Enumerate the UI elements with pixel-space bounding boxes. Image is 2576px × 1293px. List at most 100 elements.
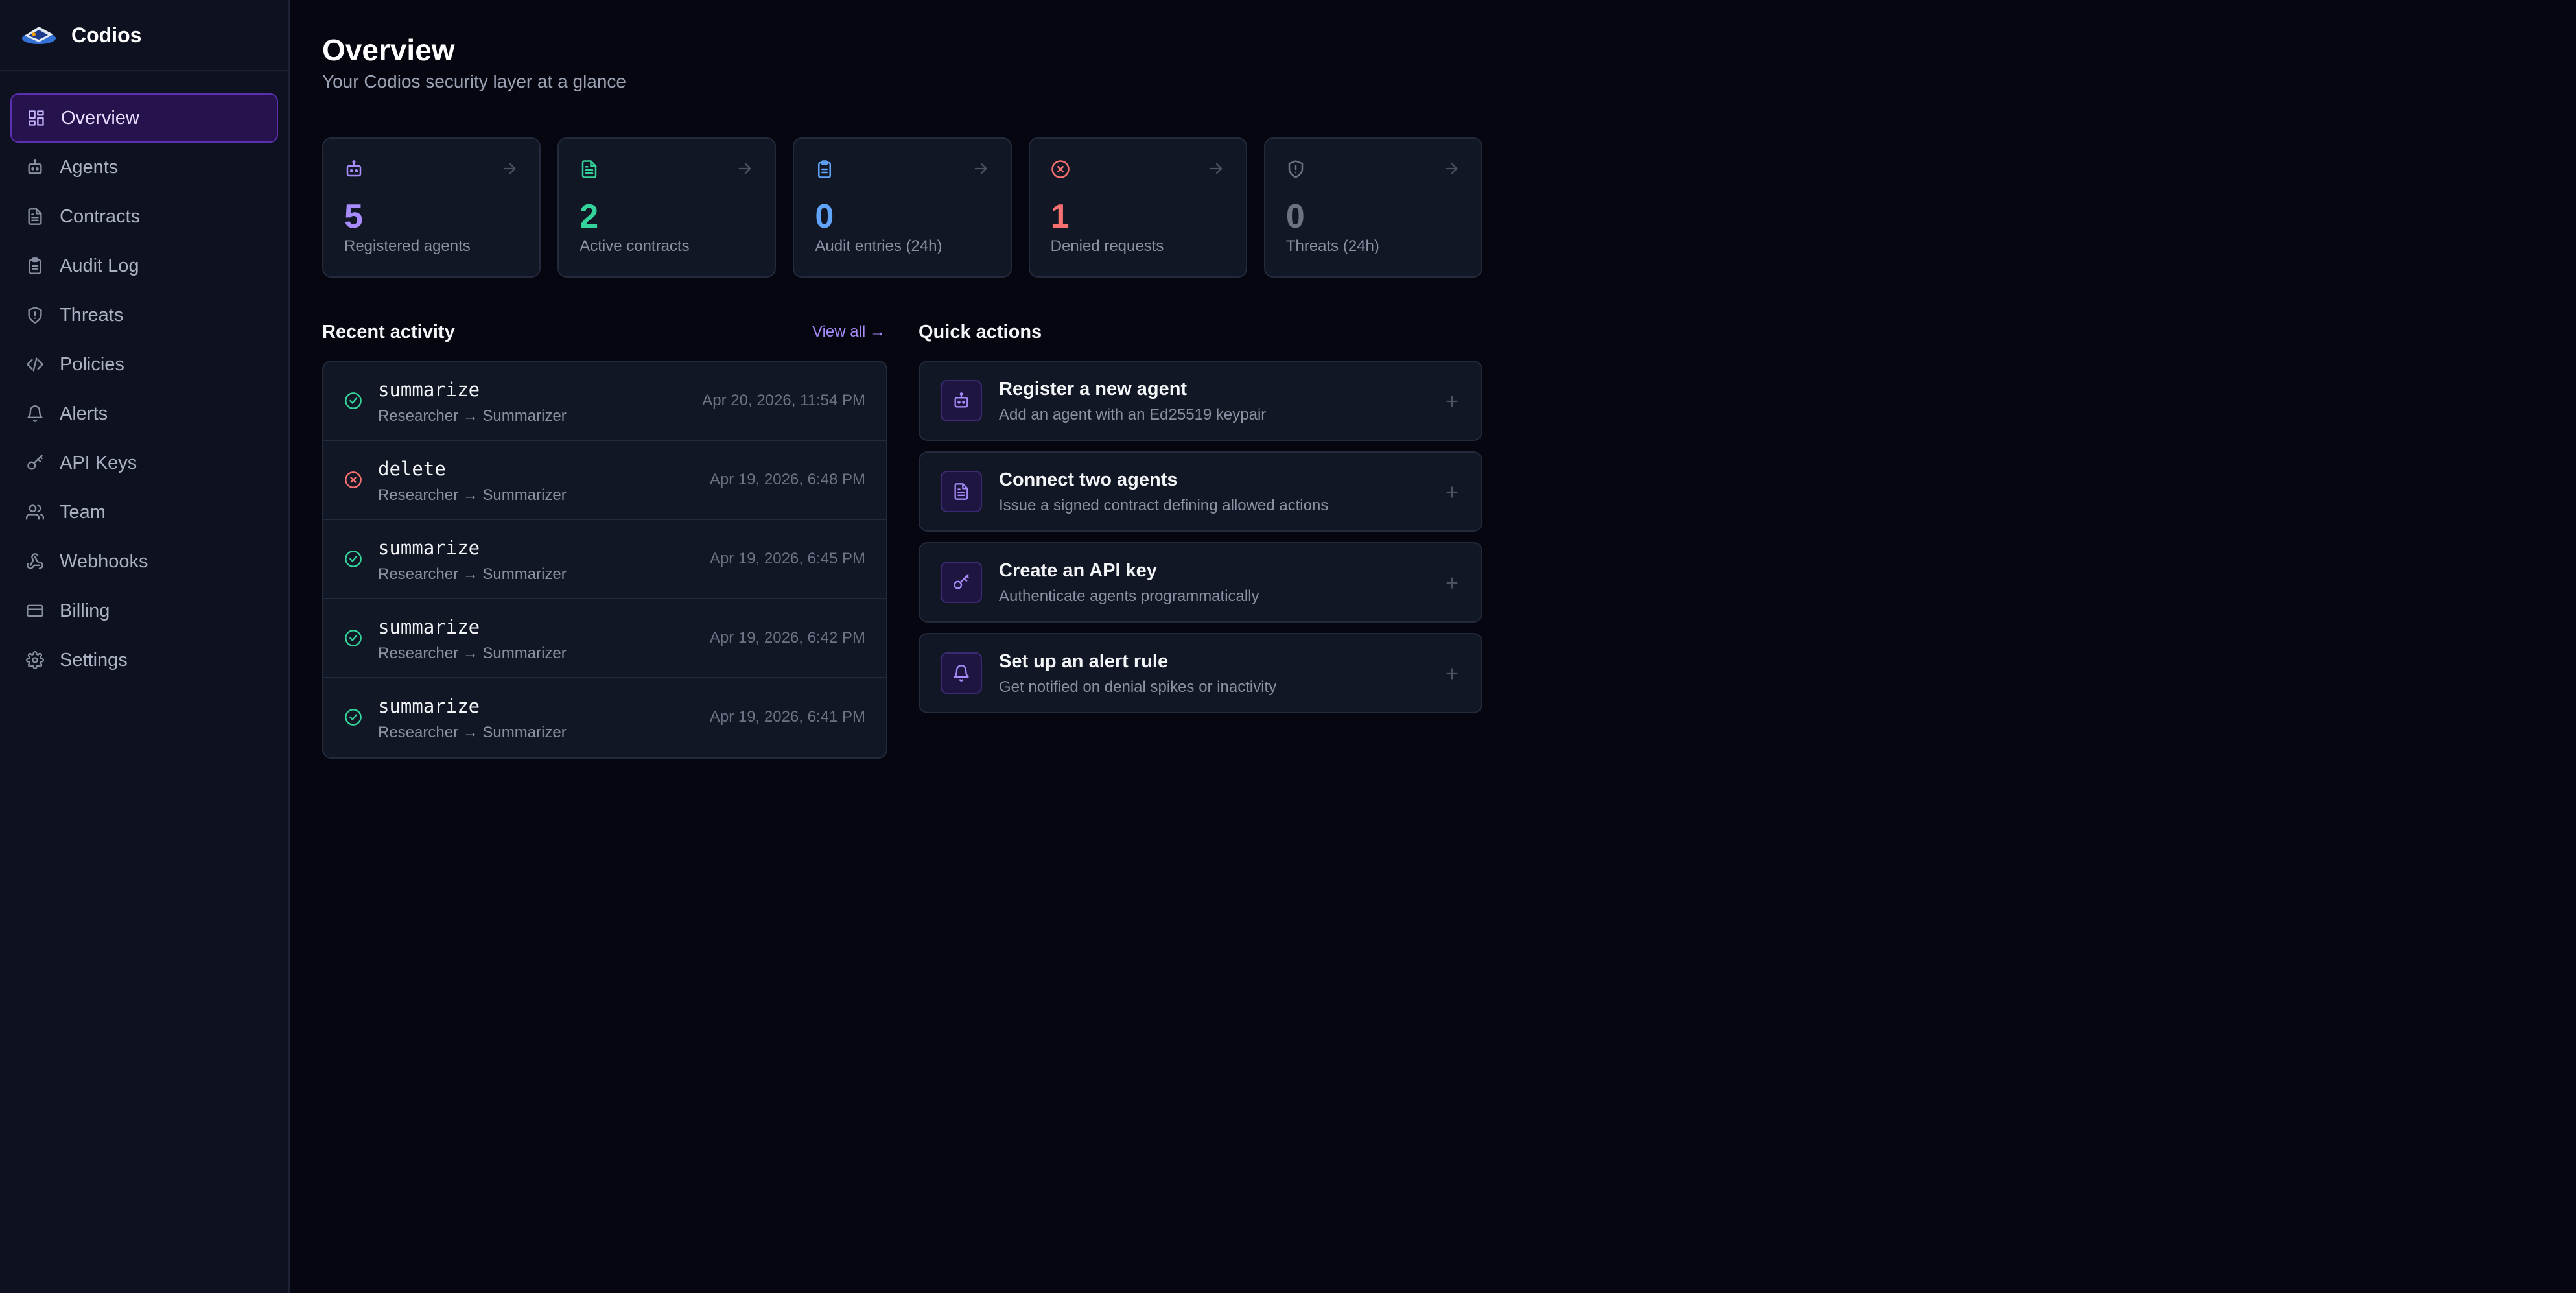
- clipboard-icon: [815, 160, 834, 179]
- quick-action-create-an-api-key[interactable]: Create an API key Authenticate agents pro…: [919, 542, 1482, 623]
- activity-route: Researcher → Summarizer: [378, 565, 567, 583]
- activity-action: summarize: [378, 695, 480, 717]
- activity-action: delete: [378, 458, 446, 480]
- sidebar-item-label: Team: [60, 501, 106, 523]
- shield-icon: [1286, 160, 1306, 179]
- sidebar-item-threats[interactable]: Threats: [10, 291, 278, 340]
- check-circle-icon: [344, 629, 362, 647]
- sidebar-item-audit-log[interactable]: Audit Log: [10, 241, 278, 291]
- activity-row[interactable]: summarize Researcher → Summarizer Apr 19, …: [323, 599, 886, 678]
- activity-row[interactable]: summarize Researcher → Summarizer Apr 20, …: [323, 362, 886, 441]
- page-title: Overview: [322, 33, 455, 67]
- page-subtitle: Your Codios security layer at a glance: [322, 71, 626, 91]
- sidebar-item-label: Audit Log: [60, 255, 139, 276]
- stats-row: 5 Registered agents 2 Active contracts 0 Audi…: [322, 137, 1483, 278]
- sidebar-item-label: Billing: [60, 600, 110, 621]
- stat-card[interactable]: 2 Active contracts: [557, 137, 777, 278]
- activity-action: summarize: [378, 616, 480, 638]
- quick-action-register-a-new-agent[interactable]: Register a new agent Add an agent with an…: [919, 361, 1482, 441]
- sidebar-item-webhooks[interactable]: Webhooks: [10, 537, 278, 586]
- sidebar-item-billing[interactable]: Billing: [10, 586, 278, 635]
- plus-icon: [1444, 665, 1460, 682]
- activity-route: Researcher → Summarizer: [378, 645, 567, 662]
- sidebar-item-label: API Keys: [60, 452, 137, 473]
- stat-value: 0: [1285, 198, 1305, 235]
- sidebar-nav: Overview Agents Contracts Audit Log Threats P…: [0, 71, 288, 685]
- stat-label: Denied requests: [1050, 237, 1164, 255]
- document-icon: [941, 471, 982, 512]
- activity-route: Researcher → Summarizer: [378, 407, 567, 425]
- sidebar-item-policies[interactable]: Policies: [10, 340, 278, 389]
- check-circle-icon: [344, 550, 362, 568]
- stat-card[interactable]: 5 Registered agents: [322, 137, 541, 278]
- sidebar-item-team[interactable]: Team: [10, 488, 278, 537]
- arrow-right-icon: [736, 160, 754, 178]
- stat-card[interactable]: 0 Threats (24h): [1263, 137, 1483, 278]
- stat-label: Audit entries (24h): [815, 237, 943, 255]
- bell-icon: [941, 652, 982, 694]
- sidebar-item-overview[interactable]: Overview: [10, 93, 278, 143]
- view-all-link[interactable]: View all →: [812, 323, 885, 341]
- clipboard-icon: [26, 257, 44, 275]
- sidebar-item-label: Policies: [60, 353, 124, 375]
- sidebar-item-settings[interactable]: Settings: [10, 635, 278, 685]
- stat-card[interactable]: 1 Denied requests: [1028, 137, 1247, 278]
- shield-icon: [26, 306, 44, 324]
- activity-row[interactable]: summarize Researcher → Summarizer Apr 19, …: [323, 520, 886, 599]
- document-icon: [26, 208, 44, 226]
- bot-icon: [941, 380, 982, 421]
- arrow-right-icon: [500, 160, 519, 178]
- stat-label: Threats (24h): [1285, 237, 1379, 255]
- sidebar-item-alerts[interactable]: Alerts: [10, 389, 278, 438]
- quick-action-title: Register a new agent: [999, 379, 1188, 399]
- activity-action: summarize: [378, 379, 480, 401]
- check-circle-icon: [344, 392, 362, 410]
- activity-row[interactable]: summarize Researcher → Summarizer Apr 19, …: [323, 678, 886, 757]
- arrow-right-icon: [1442, 160, 1460, 178]
- plus-icon: [1444, 484, 1460, 501]
- sidebar-item-api-keys[interactable]: API Keys: [10, 438, 278, 488]
- sidebar-item-agents[interactable]: Agents: [10, 143, 278, 192]
- activity-row[interactable]: delete Researcher → Summarizer Apr 19, 202…: [323, 441, 886, 520]
- dashboard-icon: [27, 109, 45, 127]
- activity-timestamp: Apr 19, 2026, 6:41 PM: [709, 708, 865, 726]
- arrow-right-icon: [972, 160, 990, 178]
- codios-logo: [22, 27, 56, 44]
- quick-actions-list: Register a new agent Add an agent with an…: [919, 361, 1482, 724]
- brand[interactable]: Codios: [0, 0, 288, 71]
- stat-value: 2: [580, 198, 599, 235]
- sidebar-item-label: Agents: [60, 156, 119, 178]
- credit-card-icon: [26, 602, 44, 620]
- quick-action-subtitle: Get notified on denial spikes or inactiv…: [999, 678, 1277, 696]
- activity-route: Researcher → Summarizer: [378, 486, 567, 504]
- activity-timestamp: Apr 20, 2026, 11:54 PM: [702, 392, 865, 409]
- activity-timestamp: Apr 19, 2026, 6:45 PM: [709, 550, 865, 567]
- key-icon: [941, 562, 982, 603]
- stat-label: Active contracts: [580, 237, 690, 255]
- quick-action-subtitle: Issue a signed contract defining allowed…: [999, 497, 1329, 514]
- activity-timestamp: Apr 19, 2026, 6:42 PM: [709, 629, 865, 646]
- quick-action-subtitle: Add an agent with an Ed25519 keypair: [999, 406, 1267, 423]
- stat-card[interactable]: 0 Audit entries (24h): [793, 137, 1012, 278]
- stat-label: Registered agents: [344, 237, 471, 255]
- sidebar-item-label: Overview: [61, 107, 139, 128]
- x-circle-icon: [1051, 160, 1070, 179]
- stat-value: 1: [1050, 198, 1070, 235]
- sidebar-item-contracts[interactable]: Contracts: [10, 192, 278, 241]
- document-icon: [580, 160, 599, 179]
- bot-icon: [344, 160, 364, 179]
- sidebar-item-label: Settings: [60, 649, 128, 670]
- plus-icon: [1444, 575, 1460, 591]
- quick-actions-title: Quick actions: [919, 322, 1042, 342]
- quick-action-title: Connect two agents: [999, 469, 1178, 490]
- x-circle-icon: [344, 471, 362, 489]
- code-icon: [26, 355, 44, 374]
- brand-name: Codios: [71, 23, 142, 47]
- quick-action-connect-two-agents[interactable]: Connect two agents Issue a signed contrac…: [919, 451, 1482, 532]
- sidebar-item-label: Threats: [60, 304, 124, 326]
- sidebar-item-label: Webhooks: [60, 551, 148, 572]
- activity-action: summarize: [378, 537, 480, 559]
- key-icon: [26, 454, 44, 472]
- bot-icon: [26, 158, 44, 176]
- quick-action-set-up-an-alert-rule[interactable]: Set up an alert rule Get notified on deni…: [919, 633, 1482, 713]
